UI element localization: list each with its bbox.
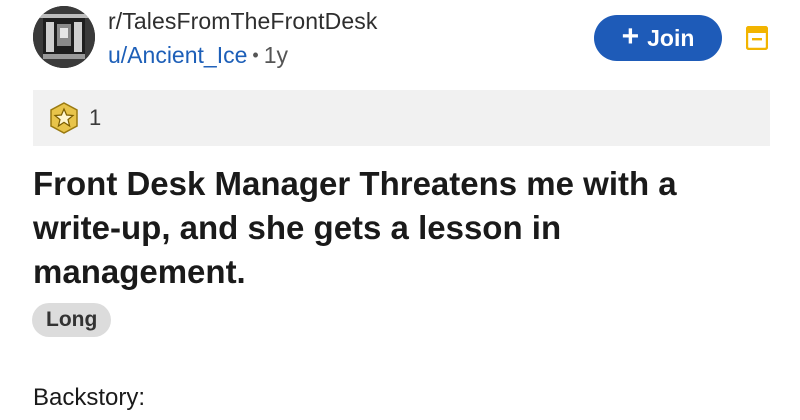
- save-icon[interactable]: [746, 26, 768, 50]
- subreddit-avatar[interactable]: [33, 6, 95, 68]
- post-body: Backstory:: [33, 384, 146, 411]
- post-age: 1y: [263, 42, 288, 68]
- post-title: Front Desk Manager Threatens me with a w…: [33, 165, 677, 290]
- subreddit-avatar-image: [33, 6, 95, 68]
- post-meta: u/Ancient_Ice • 1y: [108, 42, 288, 69]
- award-badge-icon[interactable]: [47, 101, 81, 135]
- meta-separator: •: [252, 45, 259, 65]
- awards-bar: 1: [33, 90, 770, 146]
- post-header: r/TalesFromTheFrontDesk u/Ancient_Ice • 1y…: [0, 0, 800, 84]
- join-label: Join: [647, 24, 695, 51]
- award-count: 1: [89, 105, 102, 130]
- subreddit-name[interactable]: r/TalesFromTheFrontDesk: [108, 8, 377, 35]
- author-link[interactable]: u/Ancient_Ice: [108, 42, 247, 68]
- join-button[interactable]: + Join: [594, 15, 722, 61]
- post-flair[interactable]: Long: [32, 303, 112, 337]
- plus-icon: +: [621, 20, 640, 53]
